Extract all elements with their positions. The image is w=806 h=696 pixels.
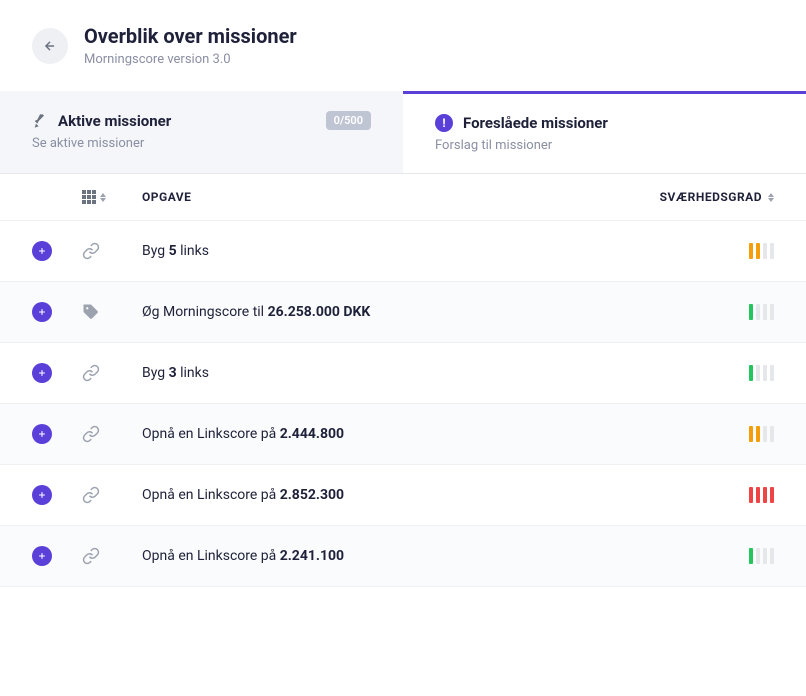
tab-subtitle: Se aktive missioner — [32, 136, 371, 151]
tab-header: ! Foreslåede missioner — [435, 114, 774, 132]
arrow-left-icon — [43, 39, 57, 53]
sort-icon — [100, 193, 106, 202]
plus-icon — [37, 368, 47, 378]
difficulty-indicator — [749, 426, 774, 442]
link-icon — [82, 547, 100, 565]
col-add — [32, 546, 82, 566]
link-icon — [82, 486, 100, 504]
add-mission-button[interactable] — [32, 302, 52, 322]
difficulty-indicator — [749, 548, 774, 564]
difficulty-label: SVÆRHEDSGRAD — [660, 190, 762, 204]
tag-icon — [82, 303, 100, 321]
tab-subtitle: Forslag til missioner — [435, 138, 774, 153]
col-type — [82, 425, 142, 443]
grid-icon — [82, 190, 96, 204]
tab-header: Aktive missioner 0/500 — [32, 111, 371, 130]
col-type — [82, 303, 142, 321]
add-mission-button[interactable] — [32, 546, 52, 566]
tab-active-missions[interactable]: Aktive missioner 0/500 Se aktive mission… — [0, 91, 403, 173]
tab-title: Foreslåede missioner — [463, 114, 608, 132]
add-mission-button[interactable] — [32, 241, 52, 261]
col-add — [32, 424, 82, 444]
table-header-row: OPGAVE SVÆRHEDSGRAD — [0, 174, 806, 221]
difficulty-indicator — [749, 243, 774, 259]
tab-suggested-missions[interactable]: ! Foreslåede missioner Forslag til missi… — [403, 91, 806, 173]
table-body: Byg 5 links Øg Morningscore til 26.258.0… — [0, 221, 806, 587]
plus-icon — [37, 490, 47, 500]
col-add — [32, 302, 82, 322]
task-text: Opnå en Linkscore på 2.444.800 — [142, 426, 749, 442]
col-type — [82, 486, 142, 504]
task-text: Byg 5 links — [142, 243, 749, 259]
table-row[interactable]: Opnå en Linkscore på 2.444.800 — [0, 404, 806, 465]
mission-count-badge: 0/500 — [326, 111, 371, 130]
alert-icon: ! — [435, 114, 453, 132]
add-mission-button[interactable] — [32, 485, 52, 505]
tab-title: Aktive missioner — [58, 112, 171, 130]
plus-icon — [37, 429, 47, 439]
col-add — [32, 363, 82, 383]
table-row[interactable]: Opnå en Linkscore på 2.852.300 — [0, 465, 806, 526]
task-text: Opnå en Linkscore på 2.852.300 — [142, 487, 749, 503]
page-subtitle: Morningscore version 3.0 — [84, 52, 297, 67]
col-type — [82, 242, 142, 260]
tabs-container: Aktive missioner 0/500 Se aktive mission… — [0, 91, 806, 174]
add-mission-button[interactable] — [32, 424, 52, 444]
col-task-header[interactable]: OPGAVE — [142, 190, 660, 204]
header-text-group: Overblik over missioner Morningscore ver… — [84, 24, 297, 67]
table-row[interactable]: Byg 3 links — [0, 343, 806, 404]
plus-icon — [37, 307, 47, 317]
difficulty-indicator — [749, 365, 774, 381]
add-mission-button[interactable] — [32, 363, 52, 383]
table-row[interactable]: Byg 5 links — [0, 221, 806, 282]
page-title: Overblik over missioner — [84, 24, 297, 48]
col-type — [82, 547, 142, 565]
col-type — [82, 364, 142, 382]
difficulty-indicator — [749, 487, 774, 503]
col-difficulty-header[interactable]: SVÆRHEDSGRAD — [660, 190, 774, 204]
link-icon — [82, 425, 100, 443]
back-button[interactable] — [32, 28, 68, 64]
link-icon — [82, 364, 100, 382]
col-add — [32, 241, 82, 261]
col-type-header[interactable] — [82, 190, 142, 204]
table-row[interactable]: Opnå en Linkscore på 2.241.100 — [0, 526, 806, 587]
col-add — [32, 485, 82, 505]
link-icon — [82, 242, 100, 260]
rocket-icon — [32, 113, 48, 129]
task-text: Øg Morningscore til 26.258.000 DKK — [142, 304, 749, 320]
page-header: Overblik over missioner Morningscore ver… — [0, 0, 806, 91]
task-text: Opnå en Linkscore på 2.241.100 — [142, 548, 749, 564]
difficulty-indicator — [749, 304, 774, 320]
plus-icon — [37, 551, 47, 561]
table-row[interactable]: Øg Morningscore til 26.258.000 DKK — [0, 282, 806, 343]
sort-icon — [768, 193, 774, 202]
task-text: Byg 3 links — [142, 365, 749, 381]
plus-icon — [37, 246, 47, 256]
